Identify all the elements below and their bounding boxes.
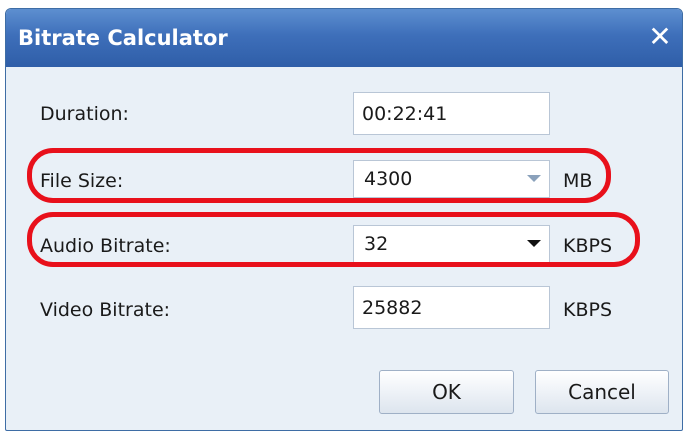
file-size-highlight [27,148,611,203]
duration-input[interactable] [353,92,550,135]
close-icon[interactable]: ✕ [644,21,676,53]
audio-bitrate-highlight [27,212,640,267]
video-bitrate-input[interactable] [353,286,550,329]
video-bitrate-unit: KBPS [563,299,613,321]
window-title: Bitrate Calculator [18,26,228,50]
video-bitrate-label: Video Bitrate: [40,299,171,321]
title-bar[interactable]: Bitrate Calculator ✕ [6,9,682,67]
duration-label: Duration: [40,103,129,125]
cancel-button[interactable]: Cancel [535,370,669,414]
ok-button[interactable]: OK [379,370,514,414]
